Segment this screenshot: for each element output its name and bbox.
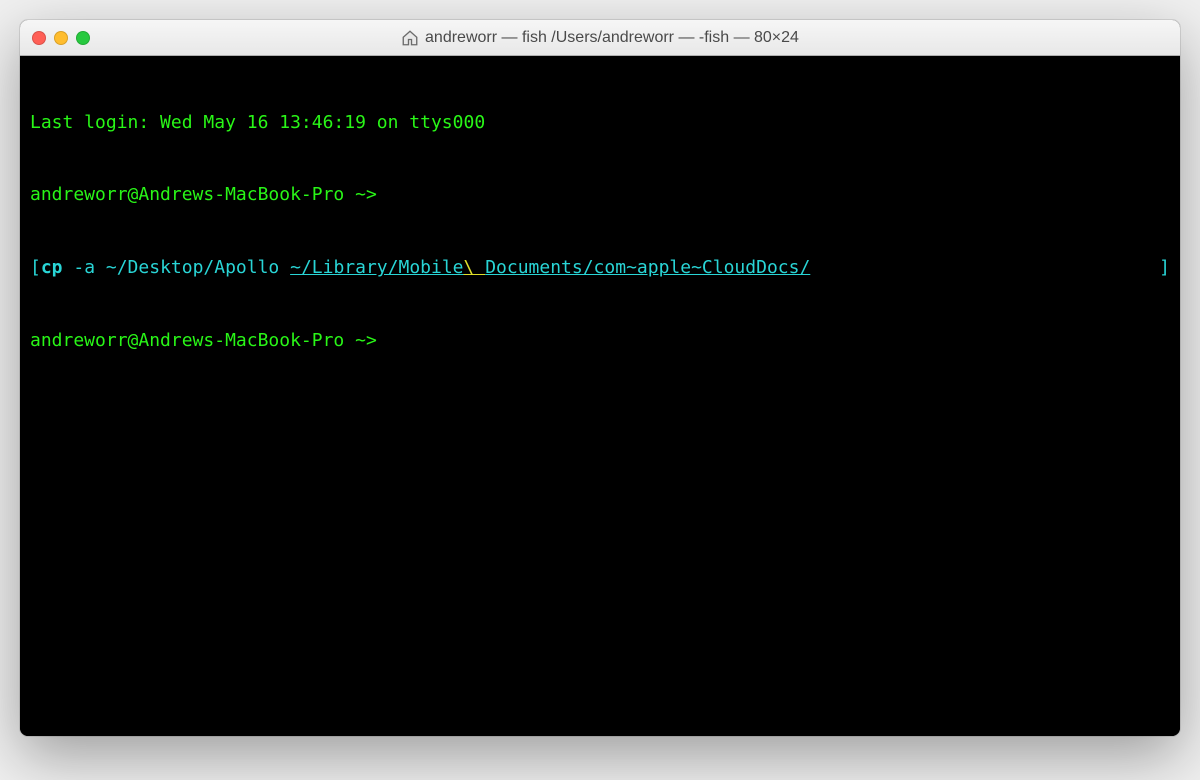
window-title-area: andreworr — fish /Users/andreworr — -fis…: [32, 29, 1168, 47]
command-line: [cp -a ~/Desktop/Apollo ~/Library/Mobile…: [30, 256, 1170, 280]
dest-path-suffix: Documents/com~apple~CloudDocs/: [485, 257, 810, 278]
command-args: -a ~/Desktop/Apollo: [63, 257, 291, 278]
traffic-lights: [32, 31, 90, 45]
titlebar[interactable]: andreworr — fish /Users/andreworr — -fis…: [20, 20, 1180, 56]
prompt-line-1: andreworr@Andrews-MacBook-Pro ~>: [30, 183, 1170, 207]
close-button[interactable]: [32, 31, 46, 45]
maximize-button[interactable]: [76, 31, 90, 45]
bracket-close: ]: [1159, 256, 1170, 280]
minimize-button[interactable]: [54, 31, 68, 45]
last-login-line: Last login: Wed May 16 13:46:19 on ttys0…: [30, 111, 1170, 135]
terminal-body[interactable]: Last login: Wed May 16 13:46:19 on ttys0…: [20, 56, 1180, 736]
bracket-open: [: [30, 257, 41, 278]
window-title: andreworr — fish /Users/andreworr — -fis…: [425, 29, 799, 47]
dest-path-prefix: ~/Library/Mobile: [290, 257, 463, 278]
dest-path-escape: \: [464, 257, 486, 278]
home-icon: [401, 29, 419, 47]
prompt-line-2: andreworr@Andrews-MacBook-Pro ~>: [30, 329, 1170, 353]
terminal-window: andreworr — fish /Users/andreworr — -fis…: [20, 20, 1180, 736]
command-name: cp: [41, 257, 63, 278]
